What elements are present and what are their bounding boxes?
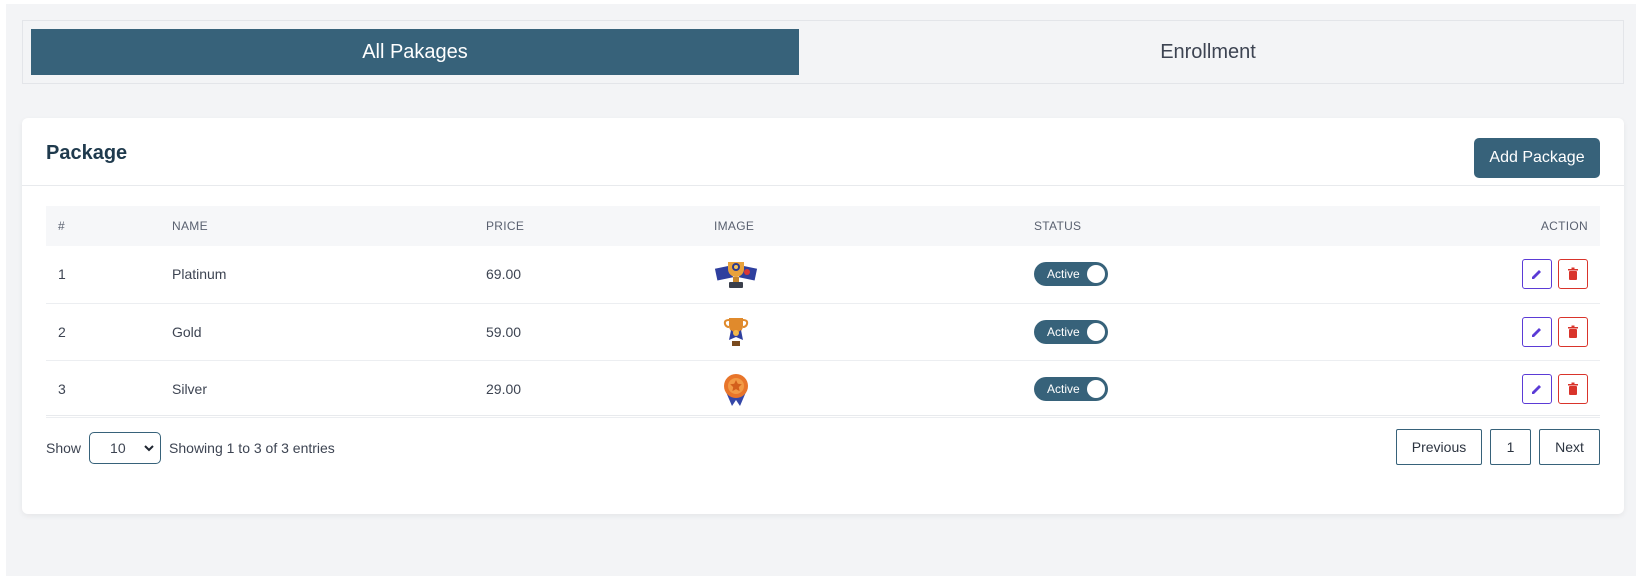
status-toggle[interactable]: Active <box>1034 262 1108 287</box>
edit-button[interactable] <box>1522 373 1552 404</box>
row-status-cell: Active <box>1034 360 1414 417</box>
status-toggle-label: Active <box>1047 381 1080 396</box>
package-card: Package Add Package # NAME PRICE IMAGE S… <box>22 118 1624 514</box>
delete-button[interactable] <box>1558 316 1588 347</box>
row-image-cell <box>714 303 1034 360</box>
delete-button[interactable] <box>1558 373 1588 404</box>
row-action-cell <box>1414 246 1600 303</box>
trash-icon <box>1568 325 1578 338</box>
status-toggle-label: Active <box>1047 324 1080 339</box>
card-title: Package <box>46 142 128 164</box>
trophy-banner-icon <box>714 257 758 291</box>
medal-icon <box>714 372 758 406</box>
row-name: Gold <box>172 323 202 340</box>
delete-button[interactable] <box>1558 259 1588 290</box>
pencil-icon <box>1532 270 1541 280</box>
row-price: 59.00 <box>486 323 522 340</box>
page-size-select[interactable]: 10 <box>89 432 162 464</box>
add-package-button[interactable]: Add Package <box>1474 138 1600 178</box>
trash-icon <box>1568 267 1578 281</box>
row-number: 3 <box>58 380 66 397</box>
trophy-cup-icon <box>714 315 758 349</box>
row-price: 29.00 <box>486 380 522 397</box>
table-header-row: # NAME PRICE IMAGE STATUS ACTION <box>46 206 1600 246</box>
row-image-cell <box>714 360 1034 417</box>
row-image-cell <box>714 246 1034 303</box>
row-action-cell <box>1414 360 1600 417</box>
row-status-cell: Active <box>1034 246 1414 303</box>
column-header-price[interactable]: PRICE <box>486 206 714 246</box>
table-row: 2 Gold 59.00 Active <box>46 303 1600 360</box>
column-header-number[interactable]: # <box>46 206 172 246</box>
table-footer-divider <box>46 415 1600 416</box>
show-label: Show <box>46 440 82 456</box>
status-toggle-label: Active <box>1047 267 1080 282</box>
trash-icon <box>1568 382 1578 395</box>
column-header-image[interactable]: IMAGE <box>714 206 1034 246</box>
pencil-icon <box>1532 384 1541 394</box>
page-1-button[interactable]: 1 <box>1490 429 1531 465</box>
page-size-value: 10 <box>110 440 126 456</box>
pagination: Previous 1 Next <box>1388 429 1600 465</box>
row-name: Platinum <box>172 266 227 283</box>
edit-button[interactable] <box>1522 259 1552 290</box>
status-toggle[interactable]: Active <box>1034 376 1108 401</box>
row-price: 69.00 <box>486 266 522 283</box>
row-action-cell <box>1414 303 1600 360</box>
tab-bar: All Pakages Enrollment <box>22 20 1624 84</box>
card-header: Package Add Package <box>22 118 1624 186</box>
row-status-cell: Active <box>1034 303 1414 360</box>
chevron-down-icon <box>144 445 154 452</box>
tab-all-packages[interactable]: All Pakages <box>31 29 799 75</box>
previous-page-button[interactable]: Previous <box>1396 429 1482 465</box>
column-header-action: ACTION <box>1540 219 1588 233</box>
page: All Pakages Enrollment Package Add Packa… <box>6 4 1636 576</box>
status-toggle[interactable]: Active <box>1034 319 1108 344</box>
toggle-knob <box>1087 322 1105 341</box>
toggle-knob <box>1087 379 1105 398</box>
edit-button[interactable] <box>1522 316 1552 347</box>
column-header-status[interactable]: STATUS <box>1034 206 1414 246</box>
next-page-button[interactable]: Next <box>1539 429 1600 465</box>
table-row: 1 Platinum 69.00 Active <box>46 246 1600 303</box>
tab-enrollment[interactable]: Enrollment <box>799 29 1617 75</box>
table-row: 3 Silver 29.00 Active <box>46 360 1600 417</box>
package-table: # NAME PRICE IMAGE STATUS ACTION 1 Plati… <box>46 206 1600 418</box>
entries-info: Showing 1 to 3 of 3 entries <box>169 440 335 456</box>
row-number: 1 <box>58 266 66 283</box>
row-number: 2 <box>58 323 66 340</box>
pencil-icon <box>1532 327 1541 337</box>
column-header-name[interactable]: NAME <box>172 206 486 246</box>
page-size-control: Show 10 Showing 1 to 3 of 3 entries <box>46 432 335 464</box>
toggle-knob <box>1087 265 1105 284</box>
row-name: Silver <box>172 380 208 397</box>
